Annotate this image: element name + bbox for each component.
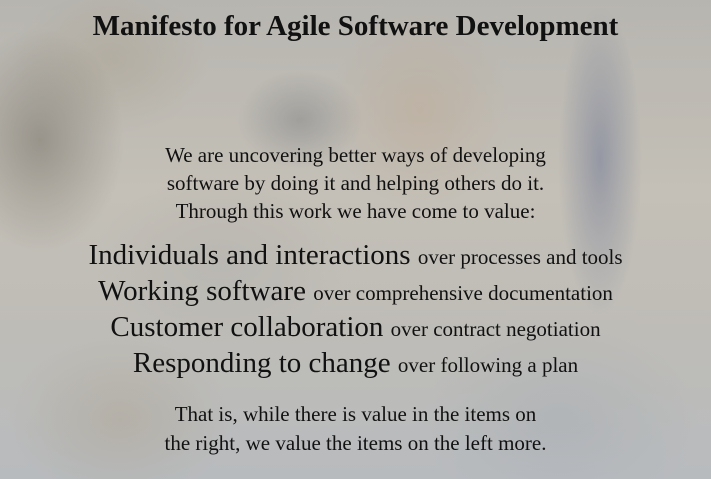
intro-line: We are uncovering better ways of develop…	[165, 143, 546, 167]
value-over: over comprehensive documentation	[313, 281, 613, 305]
value-statement: Working software over comprehensive docu…	[0, 273, 711, 309]
value-preferred: Working software	[98, 275, 314, 307]
intro-line: software by doing it and helping others …	[166, 171, 545, 195]
value-statement: Individuals and interactions over proces…	[0, 237, 711, 273]
value-over: over contract negotiation	[390, 317, 601, 341]
value-over: over processes and tools	[417, 245, 623, 269]
value-preferred: Responding to change	[132, 347, 398, 379]
intro-paragraph: We are uncovering better ways of develop…	[0, 141, 711, 225]
closing-paragraph: That is, while there is value in the ite…	[0, 400, 711, 458]
value-statement: Customer collaboration over contract neg…	[0, 309, 711, 345]
intro-line: Through this work we have come to value:	[175, 199, 536, 223]
value-preferred: Individuals and interactions	[88, 239, 418, 271]
values-list: Individuals and interactions over proces…	[0, 237, 711, 381]
closing-line: the right, we value the items on the lef…	[164, 431, 547, 455]
closing-line: That is, while there is value in the ite…	[174, 402, 537, 426]
value-over: over following a plan	[397, 353, 579, 377]
page-title: Manifesto for Agile Software Development	[92, 10, 619, 42]
value-preferred: Customer collaboration	[110, 311, 391, 343]
value-statement: Responding to change over following a pl…	[0, 345, 711, 381]
manifesto: Manifesto for Agile Software Development…	[0, 0, 711, 479]
